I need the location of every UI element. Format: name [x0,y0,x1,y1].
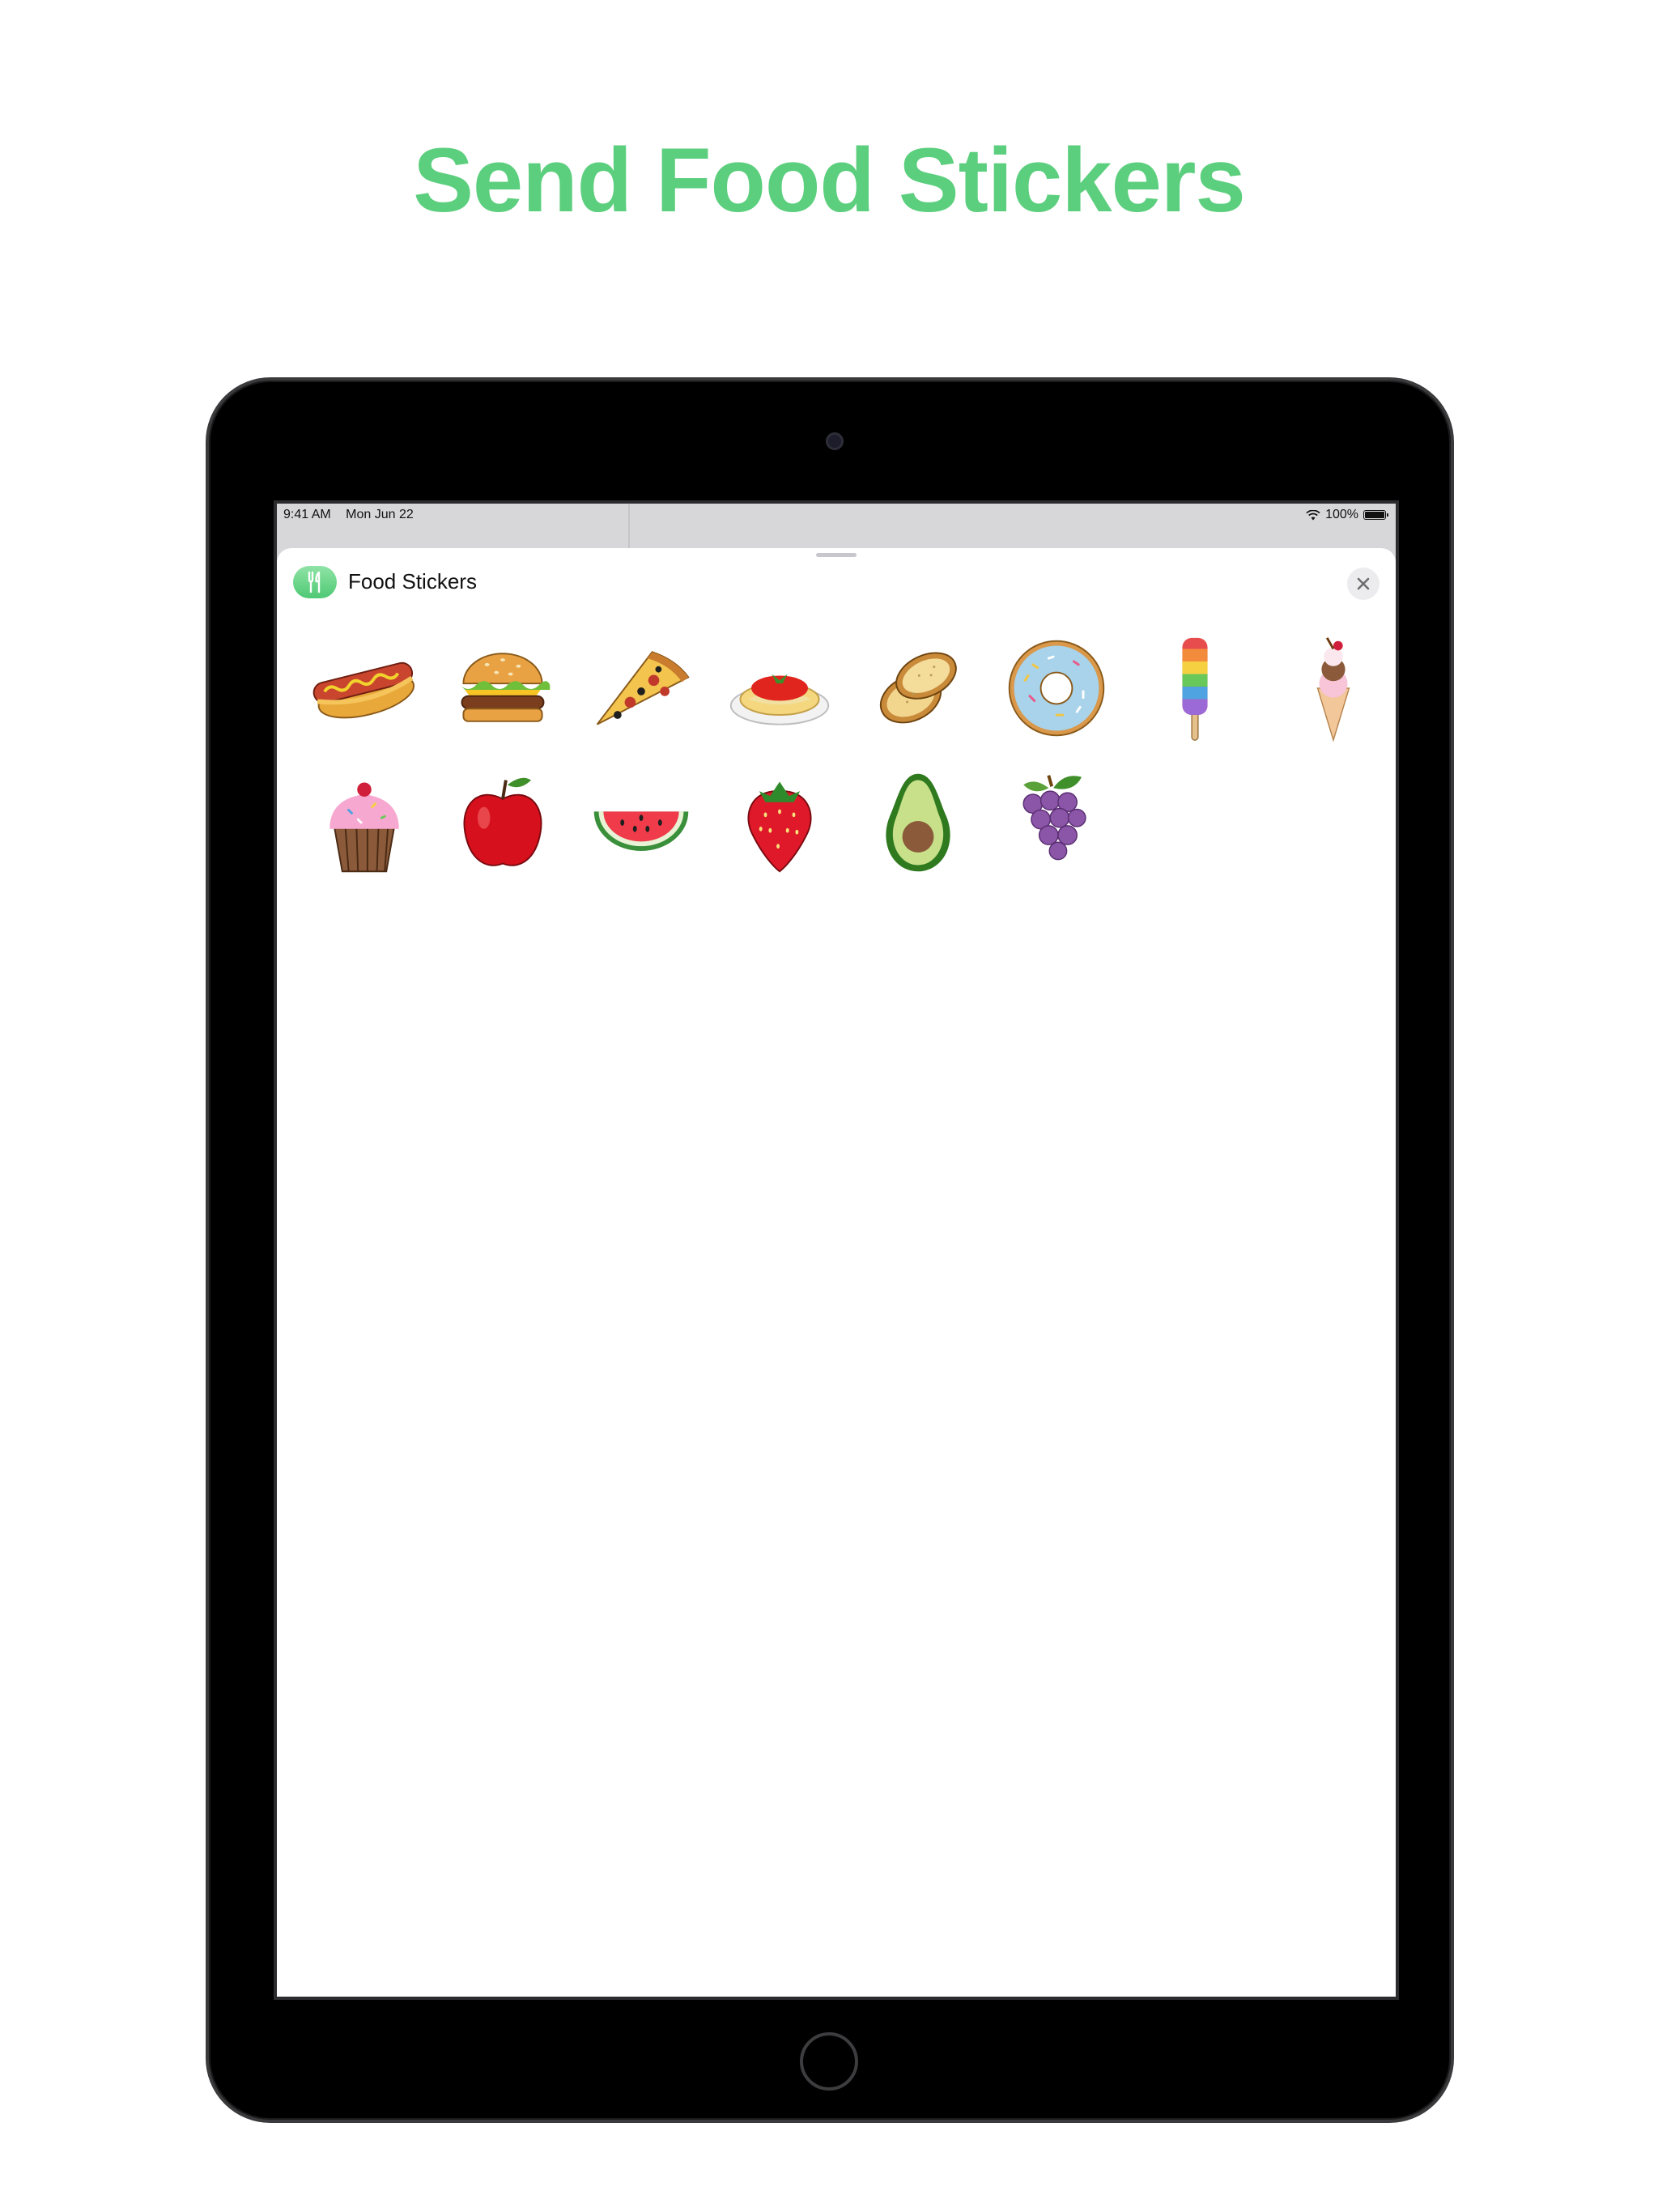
sheet-grabber[interactable] [816,553,857,557]
sticker-garlic-bread[interactable] [848,621,987,755]
sticker-sheet: Food Stickers [277,548,1396,1997]
sticker-hamburger[interactable] [433,621,572,755]
sticker-ice-cream-cone[interactable] [1264,621,1396,755]
fork-knife-icon [293,566,337,598]
avocado-icon [885,773,950,872]
battery-percent: 100% [1325,508,1358,521]
app-title: Food Stickers [348,569,477,593]
status-bar: 9:41 AM Mon Jun 22 100% [277,504,1396,526]
battery-icon [1363,510,1388,520]
sticker-donut[interactable] [987,621,1125,755]
status-time: 9:41 AM [283,508,331,521]
apple-icon [463,777,542,866]
sticker-pizza-slice[interactable] [572,621,710,755]
sticker-avocado[interactable] [848,755,987,890]
sticker-strawberry[interactable] [710,755,848,890]
donut-icon [1008,640,1104,737]
rainbow-popsicle-icon [1181,637,1208,741]
ipad-device: 9:41 AM Mon Jun 22 100% Food Stickers [206,377,1454,2123]
close-button[interactable] [1347,568,1380,600]
ice-cream-cone-icon [1316,637,1350,742]
garlic-bread-icon [879,652,957,724]
close-icon [1357,577,1370,590]
sticker-spaghetti[interactable] [710,621,848,755]
sticker-rainbow-popsicle[interactable] [1125,621,1264,755]
strawberry-icon [747,781,811,873]
headline: Send Food Stickers [413,130,1246,231]
sticker-apple[interactable] [433,755,572,890]
hamburger-icon [460,653,550,722]
home-button[interactable] [800,2032,858,2091]
spaghetti-icon [729,674,829,725]
sticker-cupcake[interactable] [295,755,433,890]
hot-dog-icon [312,661,414,719]
watermelon-slice-icon [593,811,688,851]
screen: 9:41 AM Mon Jun 22 100% Food Stickers [274,500,1399,2000]
status-date: Mon Jun 22 [346,508,414,521]
grapes-icon [1022,775,1086,861]
sticker-grapes[interactable] [987,755,1125,890]
sticker-grid [295,621,1396,890]
sticker-hot-dog[interactable] [295,621,433,755]
wifi-icon [1306,509,1320,520]
camera [826,432,844,450]
pizza-slice-icon [596,651,690,725]
cupcake-icon [329,782,399,873]
background-split-divider [628,504,630,552]
sticker-watermelon-slice[interactable] [572,755,710,890]
